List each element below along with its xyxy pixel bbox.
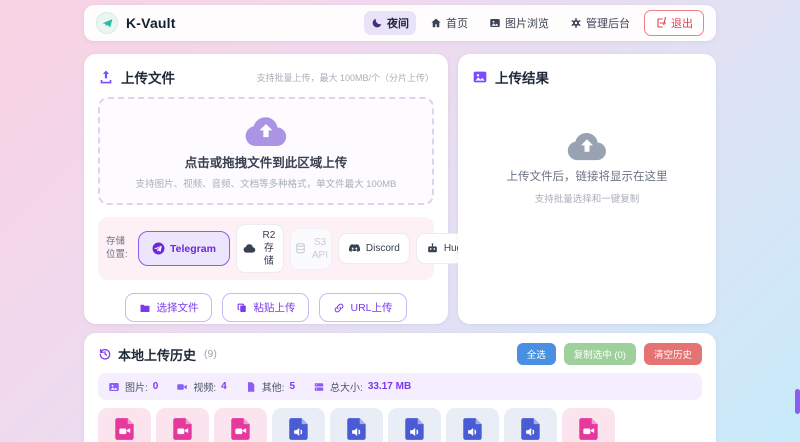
nav-image-browse[interactable]: 图片浏览 [482, 11, 556, 35]
page-scrollbar-thumb[interactable] [795, 389, 800, 414]
video-file-icon [170, 416, 196, 442]
disk-icon [313, 381, 325, 393]
empty-title: 上传文件后，链接将显示在这里 [506, 171, 668, 183]
file-card[interactable]: MP4 [156, 408, 209, 442]
nav-admin[interactable]: 管理后台 [563, 11, 637, 35]
dropzone-title: 点击或拖拽文件到此区域上传 [184, 155, 348, 170]
select-all-button[interactable]: 全选 [516, 343, 556, 365]
video-file-icon [112, 416, 138, 442]
app-container: K-Vault 夜间 首页 图片浏览 管理后台 退出 上传文件 支持批量上传，最… [84, 5, 716, 442]
file-dropzone[interactable]: 点击或拖拽文件到此区域上传 支持图片、视频、音频、文档等多种格式，单文件最大 1… [98, 97, 434, 205]
app-logo-icon [96, 12, 118, 34]
robot-icon [426, 242, 439, 255]
audio-file-icon [402, 416, 428, 442]
url-upload-button[interactable]: URL上传 [319, 293, 407, 322]
storage-label: 存储位置: [106, 235, 128, 260]
storage-option-telegram[interactable]: Telegram [138, 231, 230, 266]
storage-selector: 存储位置: Telegram R2 存储 S3 API Discord [98, 217, 514, 280]
top-navbar: K-Vault 夜间 首页 图片浏览 管理后台 退出 [84, 5, 716, 41]
copy-selected-button[interactable]: 复制选中 (0) [563, 343, 636, 365]
telegram-icon [152, 242, 165, 255]
dropzone-subtitle: 支持图片、视频、音频、文档等多种格式，单文件最大 100MB [135, 178, 397, 190]
history-count: (9) [204, 348, 217, 360]
video-file-icon [228, 416, 254, 442]
file-card[interactable]: MP3 [272, 408, 325, 442]
paste-upload-button[interactable]: 粘贴上传 [222, 293, 310, 322]
video-file-icon [576, 416, 602, 442]
brand: K-Vault [96, 12, 176, 34]
gear-icon [570, 17, 582, 29]
storage-option-r2[interactable]: R2 存储 [235, 224, 284, 273]
cloud-upload-icon [243, 113, 289, 147]
logout-icon [655, 17, 667, 29]
image-icon [489, 17, 501, 29]
result-empty-state: 上传文件后，链接将显示在这里 支持批量选择和一键复制 [472, 129, 702, 205]
result-panel-title: 上传结果 [472, 67, 702, 87]
audio-file-icon [460, 416, 486, 442]
nav-home[interactable]: 首页 [423, 11, 475, 35]
audio-file-icon [286, 416, 312, 442]
upload-panel: 上传文件 支持批量上传，最大 100MB/个（分片上传） 点击或拖拽文件到此区域… [84, 54, 514, 324]
upload-icon [98, 69, 114, 85]
file-card[interactable]: MP3 [504, 408, 557, 442]
cloud-icon [243, 242, 256, 255]
file-card[interactable]: MP3 [330, 408, 383, 442]
video-icon [176, 381, 188, 393]
stat-images: 图片: 0 [108, 379, 158, 394]
history-panel: 本地上传历史 (9) 全选 复制选中 (0) 清空历史 图片: 0 视频: 4 [84, 333, 716, 442]
main-row: 上传文件 支持批量上传，最大 100MB/个（分片上传） 点击或拖拽文件到此区域… [84, 54, 716, 324]
upload-actions: 选择文件 粘贴上传 URL上传 [98, 293, 434, 322]
link-icon [333, 302, 345, 314]
history-stats-bar: 图片: 0 视频: 4 其他: 5 总大小: 33.17 MB [98, 373, 702, 400]
storage-option-discord[interactable]: Discord [337, 233, 410, 264]
discord-icon [348, 242, 361, 255]
upload-panel-title: 上传文件 [98, 67, 175, 87]
photo-icon [472, 69, 488, 85]
history-icon [98, 347, 112, 361]
file-card[interactable]: MP4 [98, 408, 151, 442]
paste-icon [236, 302, 248, 314]
app-title: K-Vault [126, 15, 176, 31]
file-icon [245, 381, 257, 393]
stat-total-size: 总大小: 33.17 MB [313, 379, 411, 394]
empty-subtitle: 支持批量选择和一键复制 [534, 194, 640, 205]
file-card[interactable]: MP3 [388, 408, 441, 442]
nav-menu: 夜间 首页 图片浏览 管理后台 退出 [364, 10, 704, 36]
moon-icon [371, 17, 383, 29]
audio-file-icon [344, 416, 370, 442]
history-title: 本地上传历史 (9) [98, 345, 217, 364]
clear-history-button[interactable]: 清空历史 [643, 343, 702, 365]
nav-night-mode[interactable]: 夜间 [364, 11, 416, 35]
cloud-icon [565, 129, 609, 161]
logout-button[interactable]: 退出 [644, 10, 704, 36]
file-card[interactable]: MP3 [446, 408, 499, 442]
stat-videos: 视频: 4 [176, 379, 227, 394]
database-icon [294, 242, 307, 255]
upload-hint: 支持批量上传，最大 100MB/个（分片上传） [256, 72, 434, 83]
folder-icon [139, 302, 151, 314]
image-icon [108, 381, 120, 393]
storage-option-s3: S3 API [289, 227, 332, 270]
file-card[interactable]: MP4 [562, 408, 615, 442]
home-icon [430, 17, 442, 29]
result-panel: 上传结果 上传文件后，链接将显示在这里 支持批量选择和一键复制 [458, 54, 716, 324]
audio-file-icon [518, 416, 544, 442]
stat-others: 其他: 5 [245, 379, 295, 394]
file-card[interactable]: MP4 [214, 408, 267, 442]
history-file-grid: MP4 MP4 MP4 MP3 MP3 MP3 [98, 408, 702, 442]
select-file-button[interactable]: 选择文件 [125, 293, 213, 322]
